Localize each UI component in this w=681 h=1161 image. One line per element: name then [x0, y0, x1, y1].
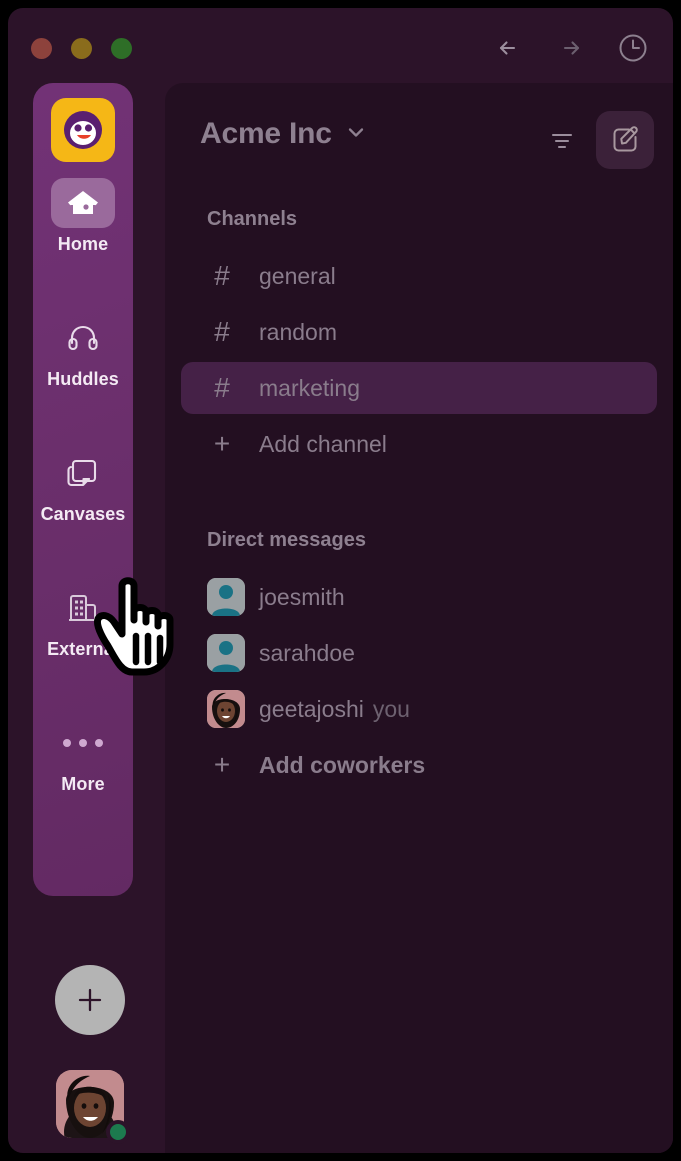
add-channel-button[interactable]: + Add channel	[181, 418, 657, 470]
dm-row-geetajoshi[interactable]: geetajoshi you	[181, 683, 657, 735]
rail-item-label: External	[47, 639, 119, 659]
headphones-icon	[51, 313, 115, 363]
workspace-name: Acme Inc	[200, 117, 332, 150]
plus-icon: +	[213, 749, 231, 780]
zoom-window-button[interactable]	[111, 38, 132, 59]
workspace-logo-icon[interactable]	[51, 98, 115, 162]
rail-item-canvases[interactable]: Canvases	[33, 448, 133, 525]
back-button[interactable]	[491, 30, 527, 66]
add-coworkers-label: Add coworkers	[259, 751, 426, 778]
channel-label: marketing	[259, 374, 360, 401]
dm-label: sarahdoe	[259, 639, 355, 666]
workspace-switcher-button[interactable]: Acme Inc	[200, 117, 367, 151]
hash-icon: #	[214, 260, 230, 291]
title-bar	[8, 8, 673, 80]
ellipsis-icon	[51, 718, 115, 768]
rail-item-label: Huddles	[47, 369, 119, 389]
add-workspace-button[interactable]	[55, 965, 125, 1035]
plus-icon: +	[213, 428, 231, 459]
rail-item-label: Canvases	[40, 504, 126, 524]
chevron-down-icon	[345, 121, 367, 148]
window-controls	[31, 38, 132, 59]
channel-label: random	[259, 318, 337, 345]
header-actions	[540, 111, 654, 169]
direct-messages-section-title: Direct messages	[207, 529, 366, 551]
rail-item-label: More	[61, 774, 105, 794]
channels-section-title: Channels	[207, 208, 298, 230]
rail-item-home[interactable]: Home	[33, 178, 133, 255]
avatar	[207, 634, 245, 672]
building-icon	[51, 583, 115, 633]
rail-item-more[interactable]: More	[33, 718, 133, 795]
forward-button[interactable]	[553, 30, 589, 66]
channel-label: general	[259, 262, 336, 289]
dm-label: joesmith	[259, 583, 345, 610]
dm-row-joesmith[interactable]: joesmith	[181, 571, 657, 623]
sidebar-header: Acme Inc	[165, 83, 673, 188]
avatar	[207, 690, 245, 728]
app-window: Home Huddles Canvases External More Acme…	[8, 8, 673, 1153]
minimize-window-button[interactable]	[71, 38, 92, 59]
dm-label: geetajoshi	[259, 695, 364, 722]
hash-icon: #	[214, 372, 230, 403]
close-window-button[interactable]	[31, 38, 52, 59]
filter-icon[interactable]	[540, 116, 584, 164]
rail-item-label: Home	[57, 234, 109, 254]
add-channel-label: Add channel	[259, 430, 387, 457]
workspace-rail: Home Huddles Canvases External More	[33, 83, 133, 896]
avatar	[207, 578, 245, 616]
channel-row-marketing[interactable]: # marketing	[181, 362, 657, 414]
presence-indicator	[106, 1120, 130, 1144]
add-coworkers-button[interactable]: + Add coworkers	[181, 739, 657, 791]
rail-item-huddles[interactable]: Huddles	[33, 313, 133, 390]
navigation-controls	[491, 30, 651, 66]
compose-button[interactable]	[596, 111, 654, 169]
dm-row-sarahdoe[interactable]: sarahdoe	[181, 627, 657, 679]
dm-you-badge: you	[372, 695, 410, 722]
canvas-icon	[51, 448, 115, 498]
home-icon	[51, 178, 115, 228]
rail-item-external[interactable]: External	[33, 583, 133, 660]
channel-row-general[interactable]: # general	[181, 250, 657, 302]
channel-row-random[interactable]: # random	[181, 306, 657, 358]
hash-icon: #	[214, 316, 230, 347]
history-button[interactable]	[615, 30, 651, 66]
sidebar-panel: Acme Inc Channels # general # random # m…	[165, 83, 673, 1153]
